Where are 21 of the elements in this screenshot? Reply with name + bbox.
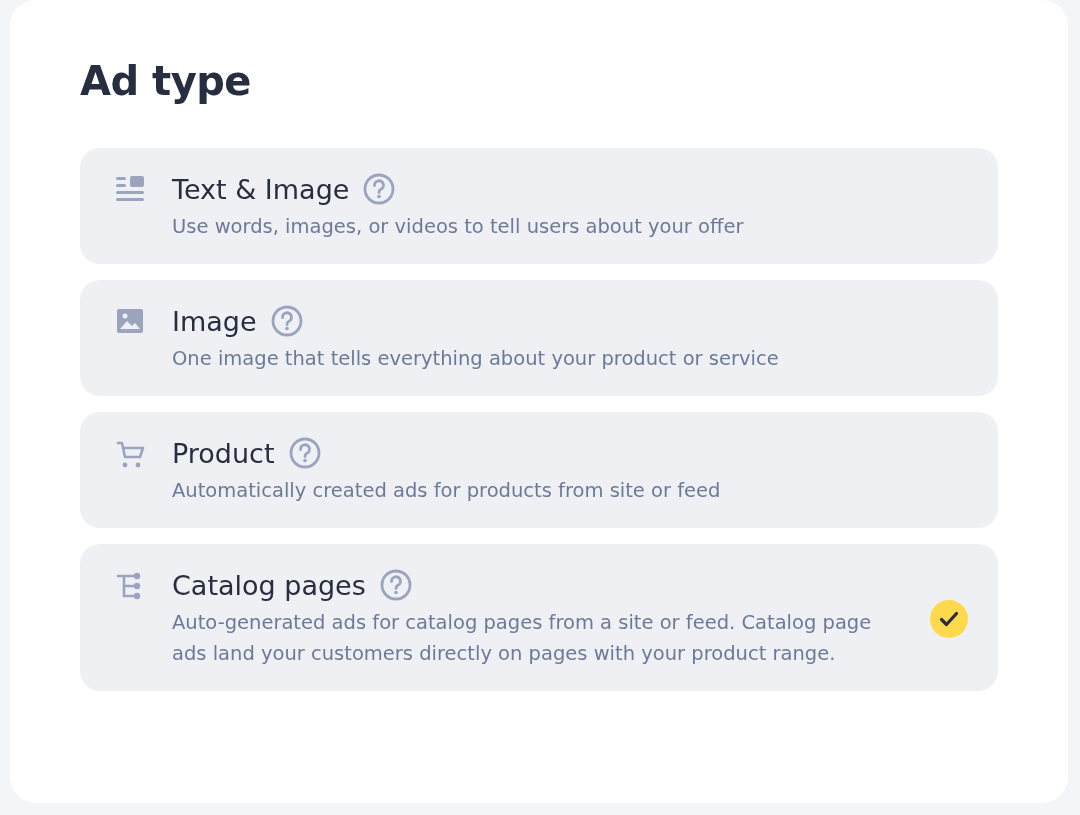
option-description: One image that tells everything about your product or service <box>172 346 780 372</box>
help-icon[interactable] <box>288 437 321 469</box>
image-icon <box>116 308 144 334</box>
tree-icon <box>116 572 142 602</box>
option-description: Use words, images, or videos to tell users about your offer <box>172 214 745 240</box>
option-title: Text & Image <box>172 173 350 205</box>
option-description: Auto-generated ads for catalog pages from a site or feed. Catalog page ads land your customers directly on pages with your product range. <box>172 610 872 667</box>
ad-type-option[interactable]: Product Automatically created ads for products from site or feed <box>80 412 998 528</box>
help-icon[interactable] <box>379 569 412 601</box>
ad-type-option[interactable]: Image One image that tells everything about your product or service <box>80 280 998 396</box>
ad-type-option[interactable]: Catalog pages Auto-generated ads for catalog pages from a site or feed. Catalog page ads land your customers directly on pages with your product range. <box>80 544 998 691</box>
option-description: Automatically created ads for products from site or feed <box>172 478 722 504</box>
help-icon[interactable] <box>270 305 303 337</box>
text-lines-icon <box>116 176 144 202</box>
ad-type-option[interactable]: Text & Image Use words, images, or videos to tell users about your offer <box>80 148 998 264</box>
page-title: Ad type <box>80 58 252 104</box>
cart-icon <box>116 440 146 470</box>
help-icon[interactable] <box>363 173 396 205</box>
option-title: Catalog pages <box>172 569 366 601</box>
option-title: Image <box>172 305 257 337</box>
option-title: Product <box>172 437 275 469</box>
